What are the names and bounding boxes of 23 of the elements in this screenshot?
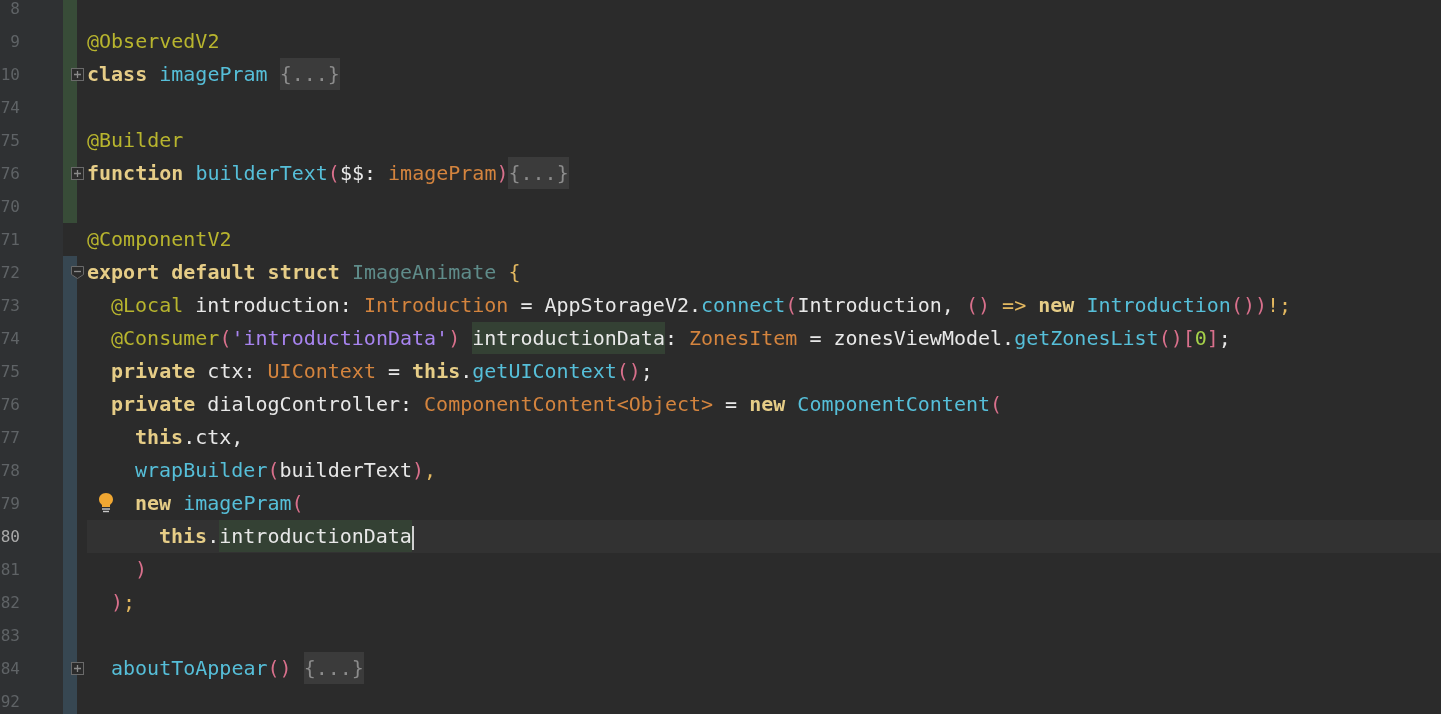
code-line: private dialogController: ComponentContent<Object> = new ComponentContent( xyxy=(111,391,1003,418)
code-line: this.introductionData xyxy=(159,520,414,553)
code-line: function builderText($$: imagePram){...} xyxy=(87,157,569,190)
code-line: @Builder xyxy=(87,127,184,154)
code-line: @Local introduction: Introduction = AppStorageV2.connect(Introduction, () => new Introduction())!; xyxy=(111,292,1292,319)
line-number: 80 xyxy=(0,527,20,546)
code-line: ) xyxy=(135,556,148,583)
code-line: aboutToAppear() {...} xyxy=(111,652,364,685)
code-line: @Consumer('introductionData') introductionData: ZonesItem = zonesViewModel.getZonesList()[0]; xyxy=(111,322,1231,355)
code-line: private ctx: UIContext = this.getUIContext(); xyxy=(111,358,653,385)
code-line: wrapBuilder(builderText), xyxy=(135,457,437,484)
collapse-icon[interactable] xyxy=(71,266,84,279)
code-line: @ComponentV2 xyxy=(87,226,232,253)
code-line: class imagePram {...} xyxy=(87,58,340,91)
expand-icon[interactable] xyxy=(71,167,84,180)
code-line: export default struct ImageAnimate { xyxy=(87,259,521,286)
expand-icon[interactable] xyxy=(71,68,84,81)
expand-icon[interactable] xyxy=(71,662,84,675)
code-line: new imagePram( xyxy=(135,490,304,517)
code-line: @ObservedV2 xyxy=(87,28,220,55)
code-line: this.ctx, xyxy=(135,424,244,451)
code-line: ); xyxy=(111,589,136,616)
lightbulb-icon[interactable] xyxy=(97,492,115,514)
